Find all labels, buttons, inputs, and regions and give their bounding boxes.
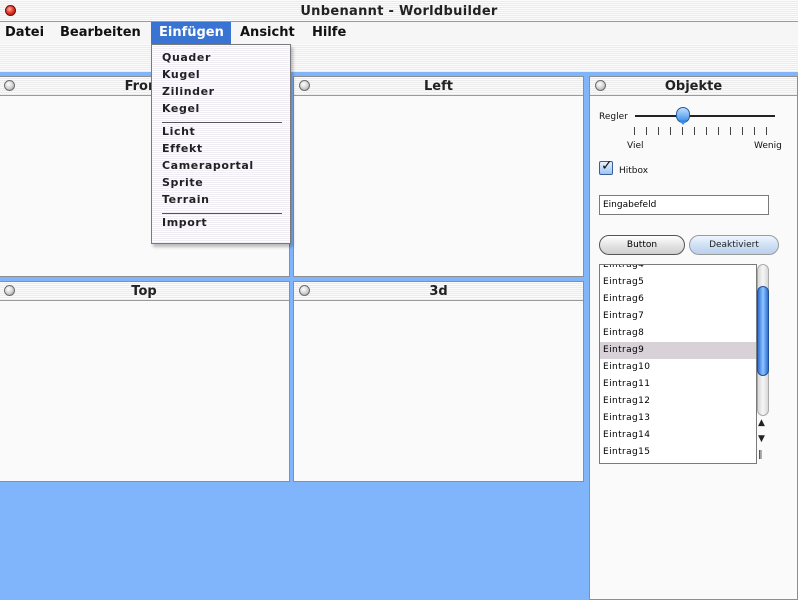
hitbox-label: Hitbox [619, 166, 649, 176]
menu-einfuegen[interactable]: Einfügen [151, 22, 231, 44]
slider-track[interactable] [635, 115, 775, 117]
menu-item-cameraportal[interactable]: Cameraportal [162, 158, 254, 174]
slider-max-label: Wenig [754, 141, 782, 151]
slider-tick [670, 127, 671, 135]
menu-item-zilinder[interactable]: Zilinder [162, 84, 215, 100]
insert-menu-dropdown: Quader Kugel Zilinder Kegel Licht Effekt… [151, 44, 291, 244]
list-item-selected[interactable]: Eintrag9 [600, 342, 756, 359]
list-item[interactable]: Eintrag8 [600, 325, 756, 342]
menu-hilfe[interactable]: Hilfe [304, 22, 354, 44]
objects-panel-title: Objekte [664, 79, 723, 94]
list-item[interactable]: Eintrag14 [600, 427, 756, 444]
viewport-top-title: Top [131, 284, 157, 299]
objects-panel-header: Objekte [590, 77, 797, 96]
objects-panel: Objekte Regler Viel Wenig ✓ Hitbox Einga… [589, 76, 798, 600]
disabled-button: Deaktiviert [689, 235, 779, 255]
window-title: Unbenannt - Worldbuilder [300, 4, 498, 19]
menu-item-terrain[interactable]: Terrain [162, 192, 210, 208]
slider-thumb[interactable] [676, 107, 690, 125]
slider-tick [742, 127, 743, 135]
slider-tick [682, 127, 683, 135]
viewport-top-canvas[interactable] [0, 301, 289, 481]
viewport-3d[interactable]: 3d [293, 281, 584, 482]
viewport-top-header: Top [0, 282, 289, 301]
scrollbar-thumb[interactable] [757, 286, 769, 376]
menu-bar: Datei Bearbeiten Einfügen Ansicht Hilfe [0, 22, 798, 44]
slider-tick [766, 127, 767, 135]
list-item[interactable]: Eintrag13 [600, 410, 756, 427]
slider-tick [634, 127, 635, 135]
slider-tick [706, 127, 707, 135]
slider-tick [694, 127, 695, 135]
viewport-3d-canvas[interactable] [294, 301, 583, 481]
slider-label: Regler [599, 112, 628, 122]
menu-ansicht[interactable]: Ansicht [232, 22, 303, 44]
toolbar-area [0, 44, 798, 72]
slider-tick [718, 127, 719, 135]
list-item[interactable]: Eintrag11 [600, 376, 756, 393]
menu-item-effekt[interactable]: Effekt [162, 141, 203, 157]
menu-item-quader[interactable]: Quader [162, 50, 211, 66]
list-item[interactable]: Eintrag10 [600, 359, 756, 376]
menu-separator [162, 122, 282, 123]
menu-item-sprite[interactable]: Sprite [162, 175, 203, 191]
slider-min-label: Viel [627, 141, 644, 151]
viewport-top[interactable]: Top [0, 281, 290, 482]
scroll-down-arrow-icon[interactable]: ▼ [758, 434, 765, 444]
slider-tick [658, 127, 659, 135]
menu-item-licht[interactable]: Licht [162, 124, 195, 140]
menu-separator [162, 213, 282, 214]
list-item[interactable]: Eintrag7 [600, 308, 756, 325]
viewport-3d-header: 3d [294, 282, 583, 301]
menu-datei[interactable]: Datei [0, 22, 52, 44]
slider-tick [754, 127, 755, 135]
menu-item-kegel[interactable]: Kegel [162, 101, 200, 117]
title-bar: Unbenannt - Worldbuilder [0, 0, 798, 22]
push-button[interactable]: Button [599, 235, 685, 255]
hitbox-checkbox[interactable]: ✓ [599, 158, 613, 175]
checkmark-icon: ✓ [601, 158, 613, 174]
scroll-up-arrow-icon[interactable]: ▲ [758, 418, 765, 428]
viewport-left[interactable]: Left [293, 76, 584, 277]
viewport-left-title: Left [424, 79, 453, 94]
menu-item-import[interactable]: Import [162, 215, 207, 231]
text-input[interactable]: Eingabefeld [599, 195, 769, 215]
list-item[interactable]: Eintrag4 [600, 265, 756, 274]
slider-tick [646, 127, 647, 135]
viewport-left-canvas[interactable] [294, 96, 583, 276]
viewport-3d-title: 3d [429, 284, 448, 299]
list-item[interactable]: Eintrag5 [600, 274, 756, 291]
resize-grip-icon: ‖ [758, 450, 763, 460]
menu-item-kugel[interactable]: Kugel [162, 67, 200, 83]
menu-bearbeiten[interactable]: Bearbeiten [52, 22, 149, 44]
list-item[interactable]: Eintrag15 [600, 444, 756, 461]
list-scrollbar[interactable]: ▲ ▼ ‖ [756, 264, 770, 464]
list-item[interactable]: Eintrag6 [600, 291, 756, 308]
list-item[interactable]: Eintrag12 [600, 393, 756, 410]
slider-tick [730, 127, 731, 135]
viewport-left-header: Left [294, 77, 583, 96]
entry-list[interactable]: Eintrag4 Eintrag5 Eintrag6 Eintrag7 Eint… [599, 264, 757, 464]
